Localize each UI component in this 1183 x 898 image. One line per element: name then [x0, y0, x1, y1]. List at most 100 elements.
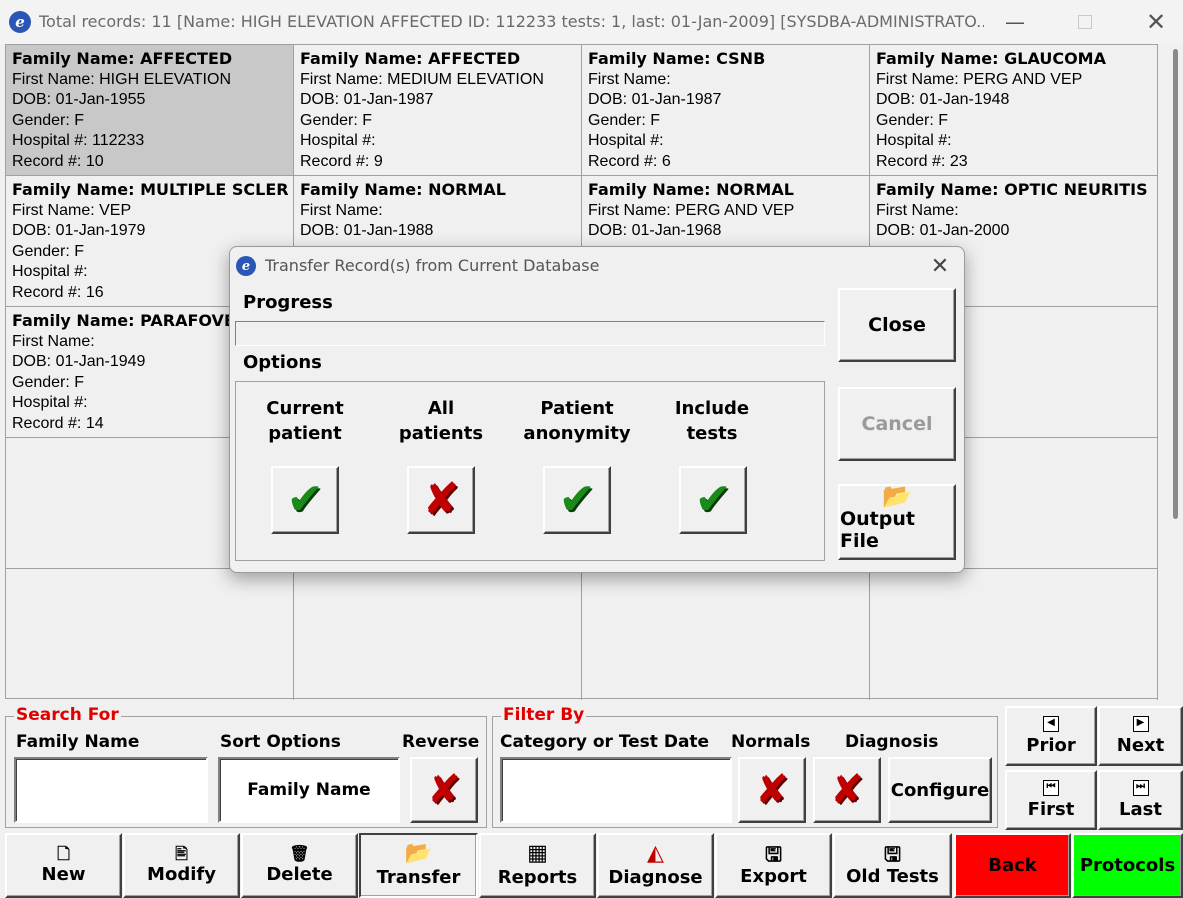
export-button[interactable]: 🖫 Export	[715, 833, 832, 898]
record-dob: DOB: 01-Jan-1987	[300, 91, 434, 108]
progress-bar	[235, 321, 825, 346]
record-family-name: Family Name: AFFECTED	[12, 49, 233, 68]
first-icon: ⏮	[1043, 780, 1059, 796]
option-label-line: Patient	[540, 398, 614, 419]
cancel-button[interactable]: Cancel	[838, 387, 956, 461]
minimize-button[interactable]: —	[992, 6, 1038, 38]
reports-label: Reports	[497, 867, 578, 888]
protocols-button[interactable]: Protocols	[1072, 833, 1183, 898]
normals-toggle[interactable]: ✘	[738, 757, 806, 823]
prior-icon: ◀	[1043, 716, 1059, 732]
configure-button[interactable]: Configure	[888, 757, 992, 823]
patient-anonymity-checkbox[interactable]: ✔	[543, 466, 611, 534]
record-gender: Gender: F	[876, 111, 949, 129]
record-first-name: First Name: HIGH ELEVATION	[12, 70, 231, 88]
search-for-title: Search For	[14, 705, 121, 725]
delete-button[interactable]: 🗑 Delete	[241, 833, 358, 898]
record-card-empty	[870, 569, 1158, 700]
option-label-line: Current	[266, 398, 344, 419]
diagnose-button[interactable]: ◭ Diagnose	[597, 833, 714, 898]
x-mark-icon: ✘	[422, 474, 460, 525]
check-mark-icon: ✔	[558, 474, 596, 525]
category-input[interactable]	[500, 757, 732, 823]
normals-label: Normals	[731, 732, 811, 752]
title-bar: e Total records: 11 [Name: HIGH ELEVATIO…	[0, 0, 1183, 44]
close-button[interactable]: Close	[838, 288, 956, 362]
dialog-title: Transfer Record(s) from Current Database	[265, 256, 600, 275]
filter-by-title: Filter By	[501, 705, 587, 725]
record-card[interactable]: Family Name: CSNB First Name: DOB: 01-Ja…	[582, 45, 870, 176]
last-label: Last	[1119, 799, 1162, 820]
record-hospital: Hospital #: 112233	[12, 132, 145, 149]
reverse-label: Reverse	[402, 732, 480, 752]
modify-document-icon: 🖹	[175, 844, 188, 863]
record-dob: DOB: 01-Jan-1948	[876, 91, 1010, 108]
option-label: Patient anonymity	[512, 396, 642, 446]
record-family-name: Family Name: CSNB	[588, 49, 766, 68]
record-hospital: Hospital #:	[876, 132, 952, 149]
output-file-button[interactable]: 📂 Output File	[838, 484, 956, 560]
reverse-toggle[interactable]: ✘	[410, 757, 478, 823]
window-close-button[interactable]: ✕	[1133, 6, 1179, 38]
modify-label: Modify	[147, 864, 216, 885]
modify-button[interactable]: 🖹 Modify	[123, 833, 240, 898]
dialog-close-icon[interactable]: ✕	[925, 251, 955, 281]
maximize-button[interactable]	[1062, 6, 1108, 38]
last-button[interactable]: ⏭ Last	[1098, 770, 1183, 830]
record-card[interactable]: Family Name: GLAUCOMA First Name: PERG A…	[870, 45, 1158, 176]
record-dob: DOB: 01-Jan-1988	[300, 222, 434, 239]
trash-icon: 🗑	[289, 844, 310, 863]
record-family-name: Family Name: NORMAL	[588, 180, 794, 199]
current-patient-checkbox[interactable]: ✔	[271, 466, 339, 534]
scrollbar-thumb[interactable]	[1173, 49, 1178, 519]
record-family-name: Family Name: MULTIPLE SCLER	[12, 180, 289, 199]
family-name-input[interactable]	[14, 757, 208, 823]
option-label-line: All	[427, 398, 455, 419]
record-gender: Gender: F	[12, 111, 85, 129]
category-label: Category or Test Date	[500, 732, 710, 752]
transfer-button[interactable]: 📂 Transfer	[359, 833, 478, 898]
option-label: Include tests	[647, 396, 777, 446]
record-hospital: Hospital #:	[588, 132, 664, 149]
diagnosis-toggle[interactable]: ✘	[813, 757, 881, 823]
diagnose-shapes-icon: ◭	[647, 841, 664, 866]
folder-envelope-icon: 📂	[882, 482, 912, 510]
include-tests-checkbox[interactable]: ✔	[679, 466, 747, 534]
check-mark-icon: ✔	[286, 474, 324, 525]
next-icon: ▶	[1132, 716, 1149, 732]
progress-label: Progress	[243, 292, 333, 313]
option-label-line: patient	[268, 423, 342, 444]
option-label-line: patients	[398, 423, 484, 444]
back-label: Back	[988, 855, 1037, 876]
record-first-name: First Name: PERG AND VEP	[876, 70, 1083, 88]
old-tests-icon: 🖫	[883, 842, 902, 866]
record-card[interactable]: Family Name: AFFECTED First Name: MEDIUM…	[294, 45, 582, 176]
record-dob: DOB: 01-Jan-1968	[588, 222, 722, 239]
first-button[interactable]: ⏮ First	[1005, 770, 1097, 830]
transfer-folder-icon: 📂	[404, 841, 433, 866]
old-tests-button[interactable]: 🖫 Old Tests	[833, 833, 952, 898]
output-file-label: Output File	[840, 508, 915, 552]
record-first-name: First Name:	[300, 201, 383, 219]
record-card-empty	[6, 569, 294, 700]
record-dob: DOB: 01-Jan-1979	[12, 222, 146, 239]
new-document-icon: 🗋	[57, 844, 70, 863]
grid-scrollbar[interactable]	[1160, 44, 1182, 699]
sort-options-field[interactable]: Family Name	[218, 757, 400, 823]
prior-button[interactable]: ◀ Prior	[1005, 706, 1097, 766]
options-group: Current patient ✔ All patients ✘ Patient…	[235, 381, 825, 561]
options-label: Options	[243, 352, 322, 373]
record-family-name: Family Name: OPTIC NEURITIS	[876, 180, 1148, 199]
transfer-dialog: e Transfer Record(s) from Current Databa…	[229, 246, 965, 573]
check-mark-icon: ✔	[694, 474, 732, 525]
x-mark-icon: ✘	[830, 767, 864, 813]
all-patients-checkbox[interactable]: ✘	[407, 466, 475, 534]
record-card[interactable]: Family Name: AFFECTED First Name: HIGH E…	[6, 45, 294, 176]
new-button[interactable]: 🗋 New	[5, 833, 122, 898]
maximize-icon	[1078, 15, 1092, 29]
next-button[interactable]: ▶ Next	[1098, 706, 1183, 766]
record-dob: DOB: 01-Jan-2000	[876, 222, 1010, 239]
back-button[interactable]: Back	[954, 833, 1071, 898]
reports-button[interactable]: ▦ Reports	[479, 833, 596, 898]
option-label: Current patient	[240, 396, 370, 446]
